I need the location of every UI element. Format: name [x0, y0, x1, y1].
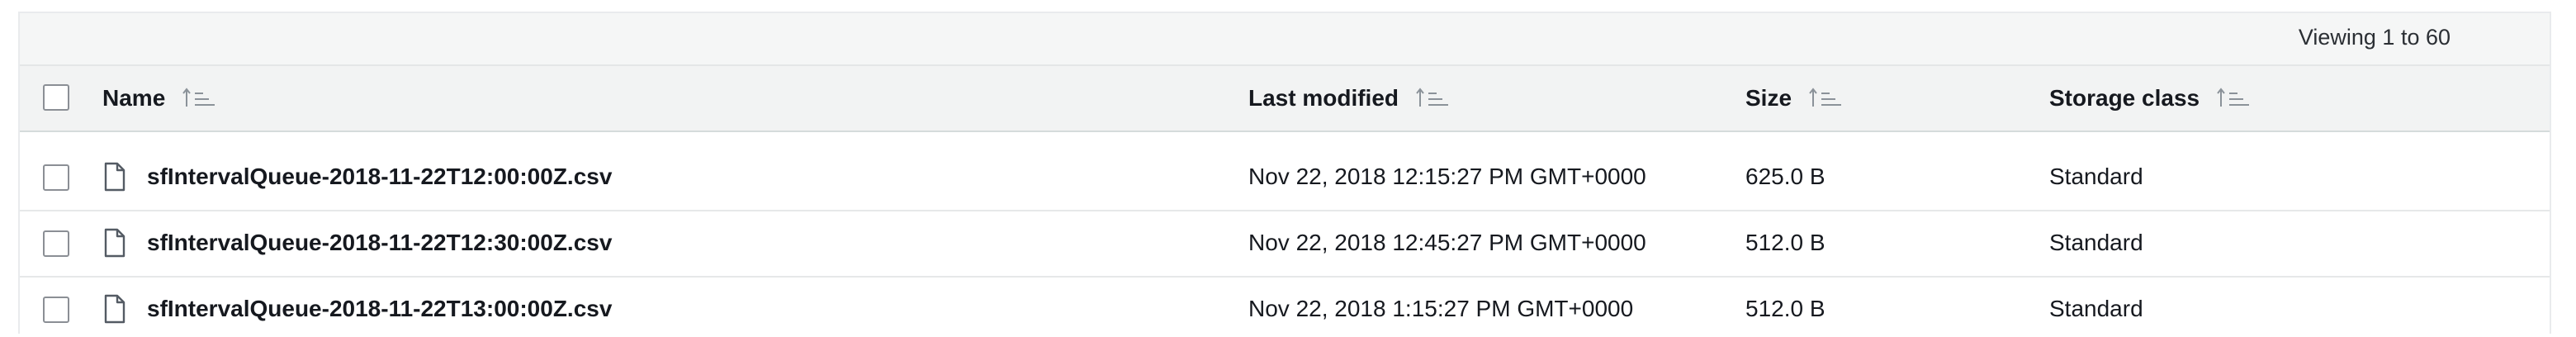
size-cell: 512.0 B	[1745, 296, 1825, 321]
table-row[interactable]: sfIntervalQueue-2018-11-22T12:00:00Z.csv…	[20, 145, 2550, 211]
row-checkbox[interactable]	[43, 297, 69, 323]
sort-ascending-icon[interactable]	[2216, 86, 2251, 111]
pagination-bar: Viewing 1 to 60	[20, 13, 2550, 64]
object-name-link[interactable]: sfIntervalQueue-2018-11-22T12:30:00Z.csv	[147, 230, 612, 256]
storage-class-cell: Standard	[2049, 296, 2143, 321]
column-header-name[interactable]: Name	[102, 85, 216, 112]
file-icon	[104, 162, 125, 192]
table-row[interactable]: sfIntervalQueue-2018-11-22T12:30:00Z.csv…	[20, 211, 2550, 278]
column-header-storage-class[interactable]: Storage class	[2049, 85, 2251, 112]
column-header-size[interactable]: Size	[1745, 85, 1843, 112]
column-header-label: Storage class	[2049, 85, 2200, 111]
column-header-label: Last modified	[1248, 85, 1399, 111]
row-checkbox[interactable]	[43, 164, 69, 191]
last-modified-cell: Nov 22, 2018 12:15:27 PM GMT+0000	[1248, 164, 1646, 189]
size-cell: 625.0 B	[1745, 164, 1825, 189]
storage-class-cell: Standard	[2049, 230, 2143, 255]
object-name-link[interactable]: sfIntervalQueue-2018-11-22T13:00:00Z.csv	[147, 296, 612, 322]
column-header-label: Size	[1745, 85, 1792, 111]
row-checkbox[interactable]	[43, 230, 69, 257]
size-cell: 512.0 B	[1745, 230, 1825, 255]
pagination-status: Viewing 1 to 60	[2298, 25, 2451, 50]
object-name-link[interactable]: sfIntervalQueue-2018-11-22T12:00:00Z.csv	[147, 164, 612, 190]
sort-ascending-icon[interactable]	[1415, 86, 1450, 111]
sort-ascending-icon[interactable]	[1808, 86, 1843, 111]
column-header-last-modified[interactable]: Last modified	[1248, 85, 1450, 112]
file-icon	[104, 228, 125, 258]
storage-class-cell: Standard	[2049, 164, 2143, 189]
last-modified-cell: Nov 22, 2018 12:45:27 PM GMT+0000	[1248, 230, 1646, 255]
last-modified-cell: Nov 22, 2018 1:15:27 PM GMT+0000	[1248, 296, 1634, 321]
table-row[interactable]: sfIntervalQueue-2018-11-22T13:00:00Z.csv…	[20, 278, 2550, 337]
table-header: Name Last modified Size Storage class	[20, 64, 2550, 132]
sort-ascending-icon[interactable]	[182, 86, 216, 111]
objects-table: Viewing 1 to 60 Name Last modified Size	[18, 12, 2551, 337]
select-all-checkbox[interactable]	[43, 84, 69, 111]
file-icon	[104, 294, 125, 324]
column-header-label: Name	[102, 85, 166, 111]
